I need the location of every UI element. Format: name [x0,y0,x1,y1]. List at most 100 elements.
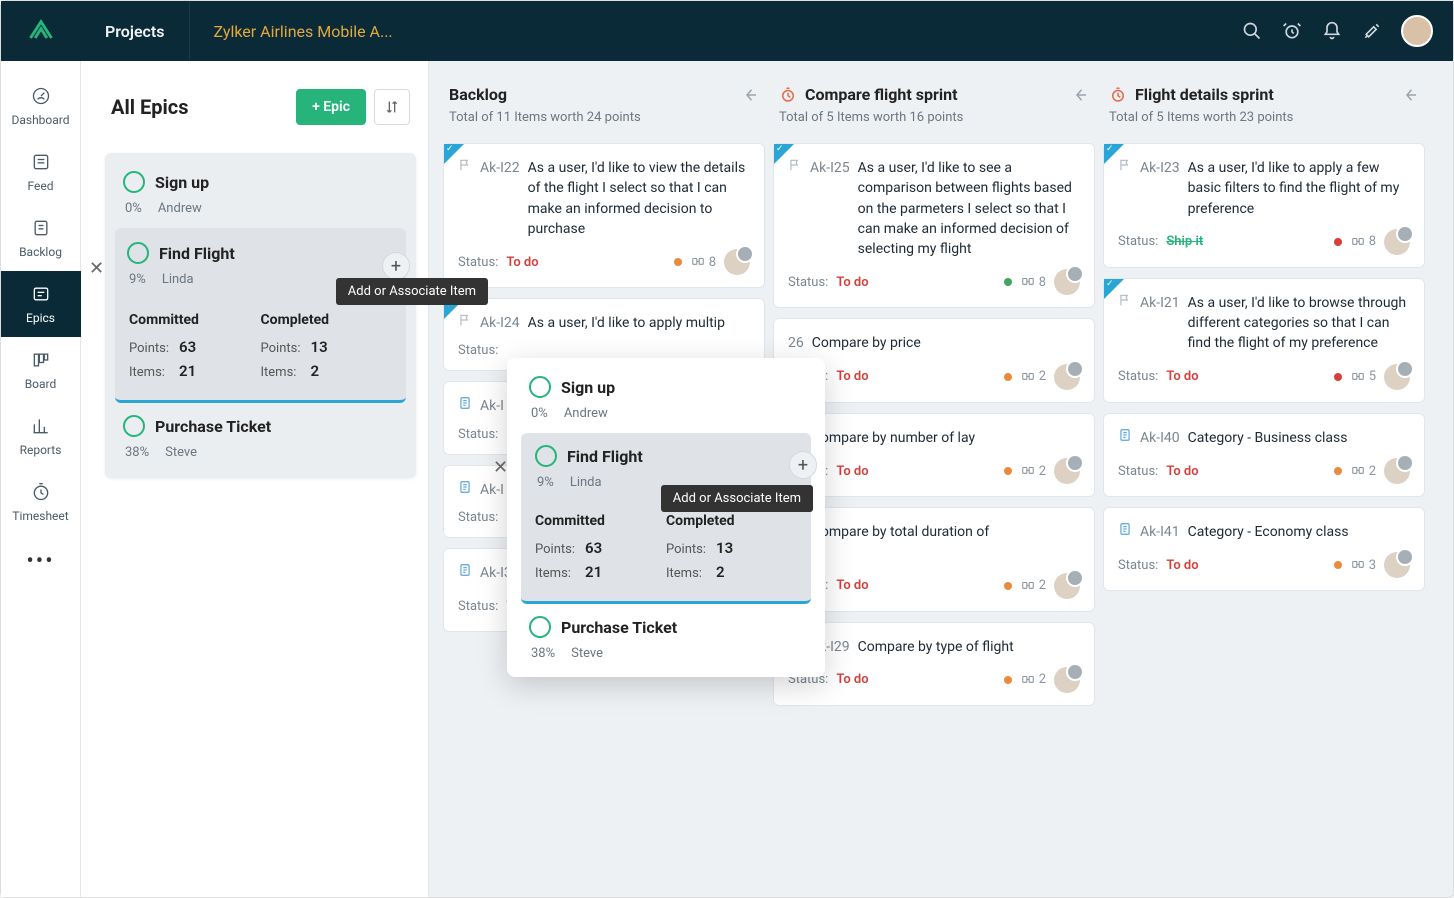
rail-epics[interactable]: Epics [1,271,81,337]
floating-epic-panel: Sign up 0%Andrew ✕ + Add or Associate It… [507,358,825,677]
doc-icon [1118,522,1132,536]
epic-find-flight[interactable]: ✕ + Add or Associate Item Find Flight 9%… [115,228,406,403]
epic-purchase-ticket[interactable]: Purchase Ticket 38%Steve [105,403,416,472]
column-title: Compare flight sprint [805,85,957,104]
feed-icon [30,151,52,173]
progress-icon [535,445,557,467]
assignee-avatar[interactable] [1054,458,1080,484]
reports-icon [30,415,52,437]
column-subtitle: Total of 5 Items worth 23 points [1109,110,1419,125]
float-epic-find-flight[interactable]: ✕ + Add or Associate Item Find Flight 9%… [521,433,811,604]
assignee-avatar[interactable] [1054,667,1080,693]
bell-icon[interactable] [1321,20,1343,42]
tooltip-add-associate: Add or Associate Item [661,485,813,512]
epics-icon [30,283,52,305]
ticket-card[interactable]: Ak-I25As a user, I'd like to see a compa… [773,143,1095,308]
rail-backlog[interactable]: Backlog [1,205,81,271]
status-value: To do [836,672,868,687]
progress-icon [529,376,551,398]
breadcrumb[interactable]: Zylker Airlines Mobile A... [190,22,417,41]
rail-reports[interactable]: Reports [1,403,81,469]
epic-signup[interactable]: Sign up 0%Andrew [105,159,416,228]
assignee-avatar[interactable] [1054,573,1080,599]
status-label: Status: [458,427,498,442]
user-avatar[interactable] [1401,15,1433,47]
assignee-avatar[interactable] [1384,458,1410,484]
left-rail: Dashboard Feed Backlog Epics Board Repor… [1,61,81,897]
priority-dot [1004,676,1012,684]
priority-dot [1004,373,1012,381]
rail-dashboard[interactable]: Dashboard [1,73,81,139]
ticket-id: Ak-I23 [1140,158,1180,178]
sort-button[interactable] [374,89,410,125]
assignee-avatar[interactable] [1384,552,1410,578]
status-value: To do [506,255,538,270]
assignee-avatar[interactable] [1384,229,1410,255]
ticket-card[interactable]: Ak-I23As a user, I'd like to apply a few… [1103,143,1425,268]
rail-board[interactable]: Board [1,337,81,403]
ticket-text: Compare by total duration ofht [812,522,989,563]
status-label: Status: [458,343,498,358]
ticket-text: As a user, I'd like to view the details … [528,158,750,239]
corner-check-icon [1104,144,1124,164]
assignee-avatar[interactable] [1054,364,1080,390]
link-count: 2 [1020,369,1046,384]
assignee-avatar[interactable] [1384,364,1410,390]
tooltip-add-associate: Add or Associate Item [336,278,488,305]
ticket-id: Ak-I22 [480,158,520,178]
add-epic-button[interactable]: + Epic [296,89,366,125]
ticket-id: Ak-I41 [1140,522,1180,542]
ticket-text: Category - Business class [1188,428,1348,448]
link-count: 8 [690,255,716,270]
link-count: 5 [1350,369,1376,384]
collapse-icon[interactable] [1071,86,1089,104]
rail-feed[interactable]: Feed [1,139,81,205]
collapse-icon[interactable] [1401,86,1419,104]
close-icon[interactable]: ✕ [493,457,515,479]
link-count: 2 [1350,464,1376,479]
sprint-icon [779,86,797,104]
link-count: 3 [1350,558,1376,573]
assignee-avatar[interactable] [1054,269,1080,295]
close-icon[interactable]: ✕ [89,258,111,280]
doc-icon [458,480,472,494]
progress-icon [123,415,145,437]
status-value: To do [836,369,868,384]
gauge-icon [30,85,52,107]
alarm-icon[interactable] [1281,20,1303,42]
link-count: 2 [1020,672,1046,687]
column-title: Backlog [449,85,507,104]
epics-title: All Epics [111,95,188,119]
progress-icon [127,242,149,264]
rail-more[interactable]: ••• [26,535,54,588]
topbar: Projects Zylker Airlines Mobile A... [1,1,1453,61]
app-logo[interactable] [1,17,81,45]
ticket-text: Compare by price [812,333,921,353]
column: Flight details sprintTotal of 5 Items wo… [1103,85,1425,897]
assignee-avatar[interactable] [724,249,750,275]
projects-link[interactable]: Projects [81,1,190,61]
collapse-icon[interactable] [741,86,759,104]
sprint-icon [1109,86,1127,104]
link-count: 8 [1350,234,1376,249]
ticket-card[interactable]: Ak-I21As a user, I'd like to browse thro… [1103,278,1425,403]
progress-icon [123,171,145,193]
search-icon[interactable] [1241,20,1263,42]
doc-icon [1118,428,1132,442]
ticket-card[interactable]: Ak-I40Category - Business classStatus: T… [1103,413,1425,497]
stopwatch-icon [30,481,52,503]
ticket-text: Compare by type of flight [858,637,1014,657]
priority-dot [1004,278,1012,286]
status-label: Status: [1118,369,1158,384]
tools-icon[interactable] [1361,20,1383,42]
float-epic-signup[interactable]: Sign up 0%Andrew [507,368,825,429]
doc-icon [458,563,472,577]
ticket-id: Ak-I24 [480,313,520,333]
ticket-card[interactable]: Ak-I22 As a user, I'd like to view the de… [443,143,765,288]
float-epic-purchase[interactable]: Purchase Ticket 38%Steve [507,606,825,665]
status-value: To do [836,464,868,479]
ticket-text: As a user, I'd like to apply multip [528,313,725,333]
rail-timesheet[interactable]: Timesheet [1,469,81,535]
ticket-card[interactable]: Ak-I41Category - Economy classStatus: To… [1103,507,1425,591]
status-label: Status: [788,275,828,290]
